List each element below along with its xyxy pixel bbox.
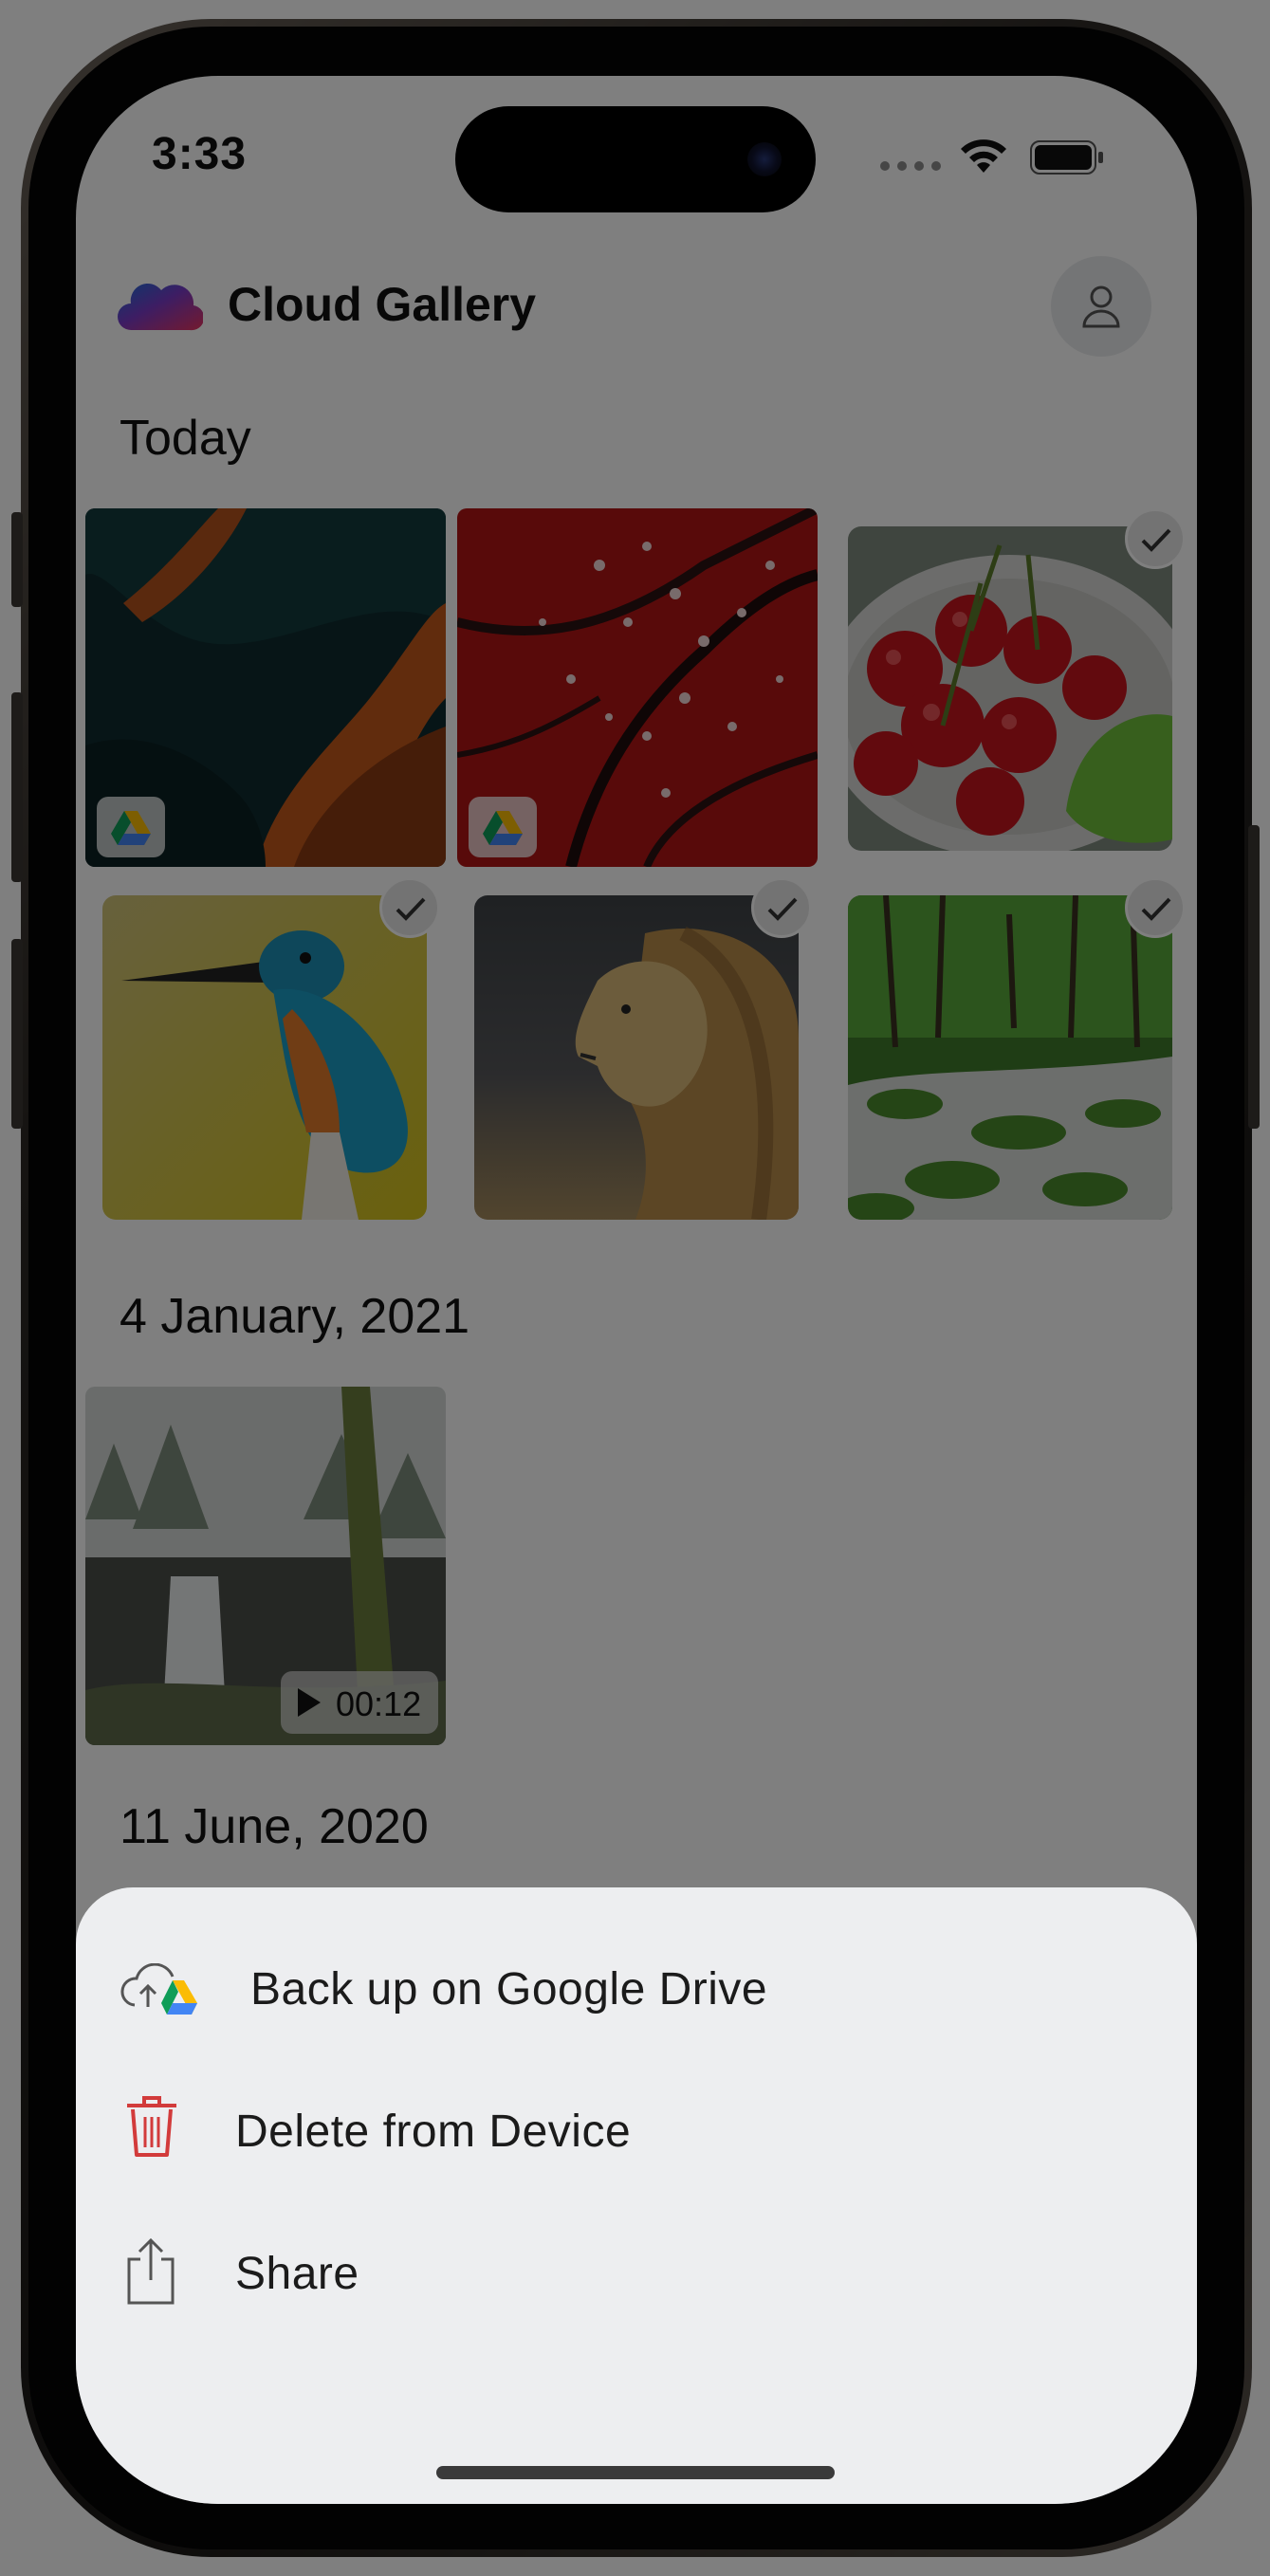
backup-google-drive-action[interactable]: Back up on Google Drive (76, 1935, 1197, 2049)
action-sheet: Back up on Google Drive Delete from Devi… (76, 1887, 1197, 2504)
share-label: Share (235, 2249, 359, 2299)
cloud-upload-drive-icon (120, 1963, 197, 2015)
delete-from-device-action[interactable]: Delete from Device (76, 2077, 1197, 2191)
share-icon (127, 2237, 175, 2305)
share-action[interactable]: Share (76, 2219, 1197, 2333)
trash-icon (127, 2096, 176, 2157)
backup-label: Back up on Google Drive (250, 1964, 768, 2015)
home-indicator[interactable] (436, 2466, 835, 2479)
delete-label: Delete from Device (235, 2107, 632, 2157)
